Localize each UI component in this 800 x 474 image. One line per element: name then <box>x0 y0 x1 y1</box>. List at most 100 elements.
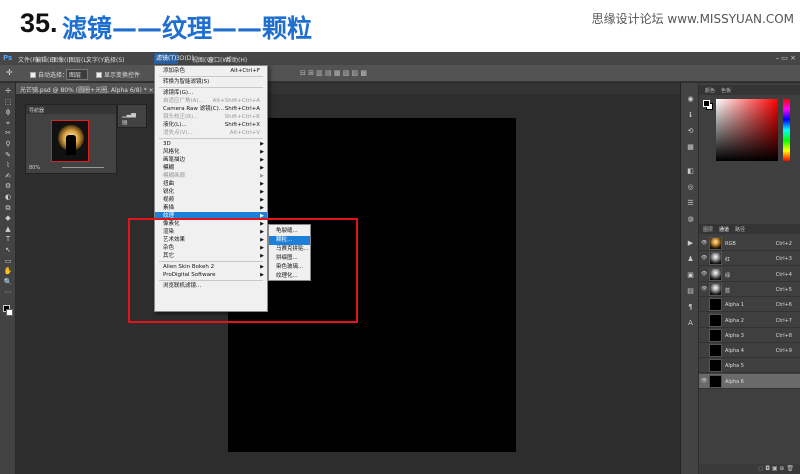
tool-icon-9[interactable]: ✍ <box>3 172 13 180</box>
tool-icon-17[interactable]: ▭ <box>3 257 13 265</box>
background-color-tool[interactable] <box>6 309 13 316</box>
layer-select-dropdown[interactable]: 图层 <box>66 69 89 80</box>
tool-icon-13[interactable]: ◆ <box>3 214 13 222</box>
channel-row[interactable]: Alpha 5 <box>699 358 800 374</box>
align-icons[interactable]: ⊟ ⊞ ▥ ▤ ▦ ▧ ▨ ▩ <box>300 69 367 77</box>
filter-menu-item[interactable]: 液化(L)... Shift+Ctrl+X <box>155 121 267 129</box>
channels-panel-footer: ◌ ◘ ▣ ⊕ 🗑 <box>699 464 800 474</box>
tab-layers[interactable]: 图层 <box>703 226 713 233</box>
show-transform-checkbox[interactable]: 显示变换控件 <box>96 70 140 79</box>
chevron-right-icon: ▶ <box>260 197 264 203</box>
tool-icon-7[interactable]: ✎ <box>3 151 13 159</box>
tool-icon-20[interactable]: ⋯ <box>3 288 13 296</box>
menu-11[interactable]: 帮助(H) <box>226 55 247 64</box>
histogram-icon[interactable]: ▁▃▅ <box>122 111 136 118</box>
tool-icon-5[interactable]: ✂ <box>3 129 13 137</box>
tool-icon-1[interactable]: ✛ <box>3 87 13 95</box>
channel-row[interactable]: 👁 Alpha 6 <box>699 373 800 389</box>
eye-icon[interactable]: 👁 <box>701 271 707 277</box>
channel-shortcut: Ctrl+4 <box>775 271 792 278</box>
panel-icon-5[interactable]: ◧ <box>686 167 695 175</box>
channel-name: 蓝 <box>725 287 731 294</box>
panel-icon-11[interactable]: ▣ <box>686 271 695 279</box>
panel-icon-3[interactable]: ⟲ <box>686 127 695 135</box>
document-tab[interactable]: 光芒骑.psd @ 80% (圆圈+光圈, Alpha 6/8) * × <box>16 83 158 94</box>
panel-footer-icons[interactable]: ◌ ◘ ▣ ⊕ 🗑 <box>758 465 794 472</box>
panel-icon-14[interactable]: A <box>686 319 695 327</box>
channel-row[interactable]: Alpha 1 Ctrl+6 <box>699 297 800 313</box>
panel-icon-12[interactable]: ▤ <box>686 287 695 295</box>
filter-menu-item[interactable]: 视频 ▶ <box>155 196 267 204</box>
step-title: 滤镜——纹理——颗粒 <box>62 14 313 43</box>
channel-thumbnail <box>709 359 722 373</box>
tool-icon-11[interactable]: ◐ <box>3 193 13 201</box>
navigator-zoom[interactable]: 80% <box>29 165 40 171</box>
zoom-slider[interactable] <box>62 167 104 168</box>
panel-icon-1[interactable]: ◉ <box>686 95 695 103</box>
hue-slider[interactable] <box>783 99 790 161</box>
menu-7[interactable]: 滤镜(T) <box>154 53 179 64</box>
filter-menu-item[interactable]: Camera Raw 滤镜(C)... Shift+Ctrl+A <box>155 105 267 113</box>
menu-3[interactable]: 图像(I) <box>52 55 70 64</box>
filter-menu-item[interactable]: 滤镜库(G)... <box>155 89 267 97</box>
panel-icon-13[interactable]: ¶ <box>686 303 695 311</box>
tool-icon-18[interactable]: ✋ <box>3 267 13 275</box>
menu-item-label: 风格化 <box>163 149 180 155</box>
filter-menu-item[interactable]: 风格化 ▶ <box>155 148 267 156</box>
filter-menu-item[interactable]: 扭曲 ▶ <box>155 180 267 188</box>
channel-row[interactable]: 👁 绿 Ctrl+4 <box>699 267 800 282</box>
filter-menu-item[interactable]: 素描 ▶ <box>155 204 267 212</box>
channel-name: Alpha 2 <box>725 317 744 324</box>
tab-channels[interactable]: 通道 <box>719 226 729 233</box>
tool-icon-2[interactable]: ⬚ <box>3 98 13 106</box>
filter-menu-item[interactable]: 模糊 ▶ <box>155 164 267 172</box>
auto-select-checkbox[interactable]: 自动选择： <box>30 70 68 79</box>
panel-icon-10[interactable]: ♟ <box>686 255 695 263</box>
channel-row[interactable]: Alpha 2 Ctrl+7 <box>699 313 800 328</box>
eye-icon[interactable]: 👁 <box>701 240 707 246</box>
channel-row[interactable]: Alpha 4 Ctrl+9 <box>699 343 800 359</box>
tab-swatches[interactable]: 色板 <box>721 87 731 94</box>
menu-item-shortcut: Alt+Ctrl+V <box>229 130 260 136</box>
channel-row[interactable]: 👁 蓝 Ctrl+5 <box>699 282 800 297</box>
tool-icon-8[interactable]: ⌇ <box>3 161 13 169</box>
panel-icon-7[interactable]: ☰ <box>686 199 695 207</box>
channel-row[interactable]: 👁 红 Ctrl+3 <box>699 251 800 267</box>
move-tool-icon[interactable]: ✛ <box>6 68 13 77</box>
menu-item-shortcut: Shift+Ctrl+A <box>224 106 260 112</box>
tool-icon-4[interactable]: ⌖ <box>3 119 13 127</box>
tab-paths[interactable]: 路径 <box>735 226 745 233</box>
foreground-color-swatch[interactable] <box>703 100 710 107</box>
filter-menu-item[interactable]: 3D ▶ <box>155 140 267 148</box>
menu-6[interactable]: 选择(S) <box>104 55 125 64</box>
tool-icon-16[interactable]: ↖ <box>3 246 13 254</box>
filter-menu-item[interactable]: 画笔描边 ▶ <box>155 156 267 164</box>
navigator-thumbnail[interactable] <box>51 120 89 162</box>
color-picker-field[interactable] <box>716 99 778 161</box>
filter-menu-item[interactable]: 转换为智能滤镜(S) <box>155 78 267 86</box>
filter-menu-item[interactable]: 添加杂色 Alt+Ctrl+F <box>155 67 267 75</box>
eye-icon[interactable]: 👁 <box>701 378 707 384</box>
tool-icon-3[interactable]: ϕ <box>3 108 13 116</box>
eye-icon[interactable]: 👁 <box>701 286 707 292</box>
channel-row[interactable]: Alpha 3 Ctrl+8 <box>699 328 800 343</box>
tab-color[interactable]: 颜色 <box>705 87 715 94</box>
panel-icon-8[interactable]: ◍ <box>686 215 695 223</box>
tool-icon-15[interactable]: T <box>3 235 13 243</box>
tool-icon-12[interactable]: ⧉ <box>3 204 13 212</box>
eye-icon[interactable]: 👁 <box>701 255 707 261</box>
panel-icon-4[interactable]: ▦ <box>686 143 695 151</box>
menu-item-shortcut: Shift+Ctrl+X <box>224 122 260 128</box>
window-controls[interactable]: – ▭ × <box>776 54 796 62</box>
panel-icon-6[interactable]: ◎ <box>686 183 695 191</box>
mini-panel-icons[interactable]: ▁▃▅ ▤ <box>117 104 147 128</box>
tool-icon-6[interactable]: ⚲ <box>3 140 13 148</box>
tool-icon-14[interactable]: ▲ <box>3 225 13 233</box>
channel-row[interactable]: 👁 RGB Ctrl+2 <box>699 236 800 251</box>
panel-icon-9[interactable]: ▶ <box>686 239 695 247</box>
tool-icon-19[interactable]: 🔍 <box>3 278 13 286</box>
filter-menu-item[interactable]: 锐化 ▶ <box>155 188 267 196</box>
tool-icon-10[interactable]: ⚙ <box>3 182 13 190</box>
panel-icon-2[interactable]: ℹ <box>686 111 695 119</box>
info-icon[interactable]: ▤ <box>122 119 128 126</box>
